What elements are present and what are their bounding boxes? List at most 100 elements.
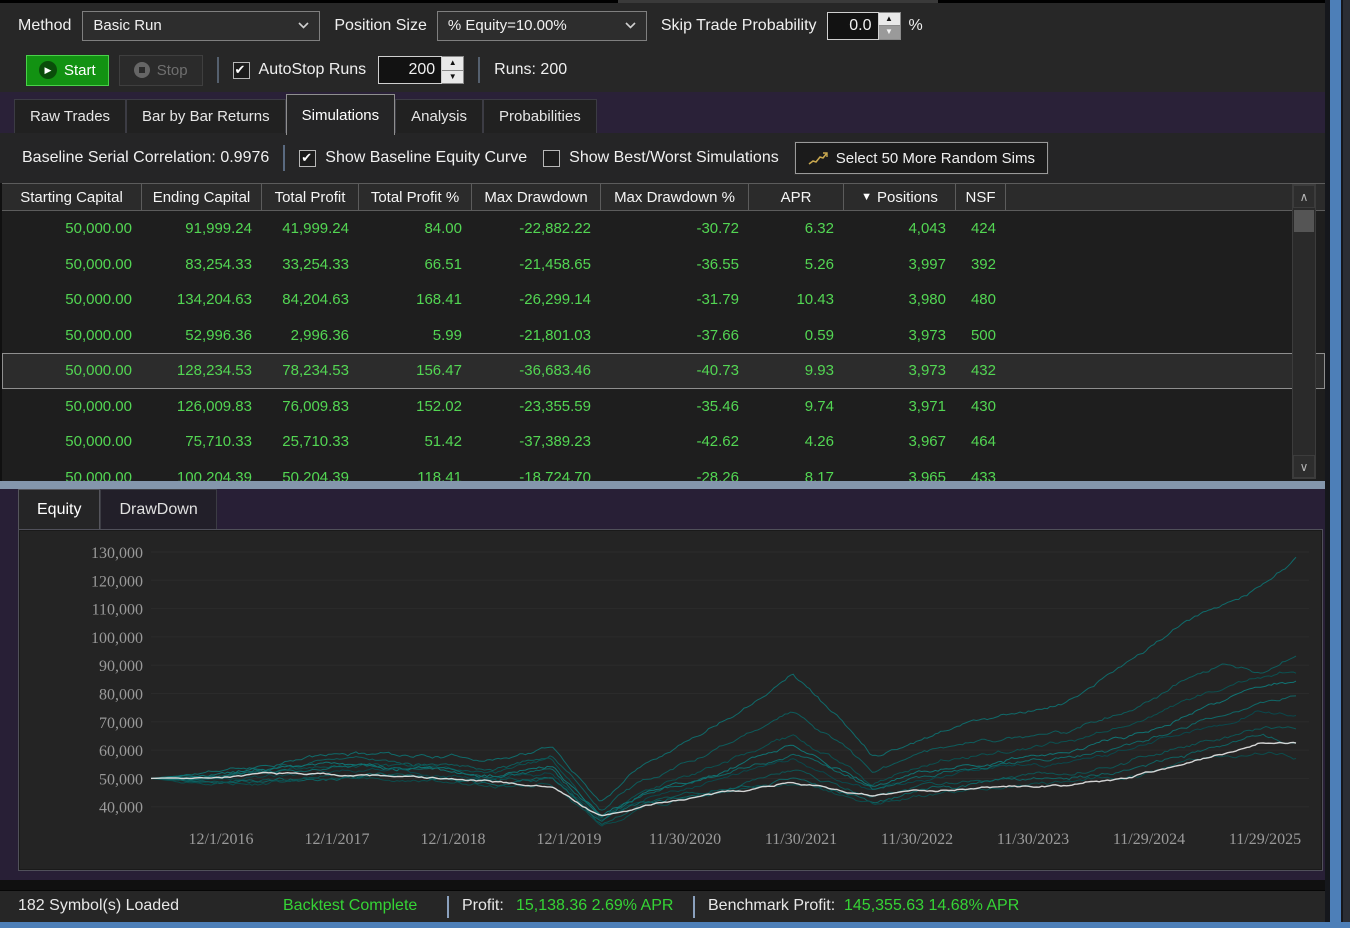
simulations-toolbar: Baseline Serial Correlation: 0.9976 Show…	[0, 133, 1325, 183]
cell: 430	[956, 398, 1006, 415]
y-axis-tick-label: 100,000	[91, 630, 143, 647]
status-separator	[693, 896, 695, 918]
spin-down-icon[interactable]: ▼	[879, 26, 900, 39]
background-window-edge	[1343, 0, 1350, 922]
x-axis-tick-label: 11/30/2022	[881, 831, 953, 848]
column-header-max-drawdown[interactable]: Max Drawdown	[472, 184, 601, 210]
scrollbar-thumb[interactable]	[1294, 210, 1314, 232]
column-header-ending-capital[interactable]: Ending Capital	[142, 184, 262, 210]
method-select-value: Basic Run	[93, 17, 161, 34]
cell: 3,997	[844, 256, 956, 273]
table-body: 50,000.0091,999.2441,999.2484.00-22,882.…	[2, 211, 1325, 481]
cell: 433	[956, 469, 1006, 481]
y-axis-tick-label: 60,000	[99, 743, 143, 760]
cell: -21,458.65	[472, 256, 601, 273]
cell: 50,000.00	[2, 433, 142, 450]
equity-chart: 130,000120,000110,000100,00090,00080,000…	[19, 530, 1322, 868]
table-row[interactable]: 50,000.00134,204.6384,204.63168.41-26,29…	[2, 282, 1325, 318]
position-size-select[interactable]: % Equity=10.00%	[437, 11, 647, 41]
x-axis-tick-label: 11/30/2023	[997, 831, 1069, 848]
y-axis-tick-label: 80,000	[99, 687, 143, 704]
cell: 50,000.00	[2, 256, 142, 273]
table-row[interactable]: 50,000.00128,234.5378,234.53156.47-36,68…	[2, 353, 1325, 389]
cell: 3,965	[844, 469, 956, 481]
tab-raw-trades[interactable]: Raw Trades	[14, 99, 126, 133]
toolbar-separator	[283, 145, 285, 171]
table-row[interactable]: 50,000.0091,999.2441,999.2484.00-22,882.…	[2, 211, 1325, 247]
y-axis-tick-label: 110,000	[92, 602, 143, 619]
show-baseline-checkbox[interactable]	[299, 150, 316, 167]
column-header-total-profit-[interactable]: Total Profit %	[359, 184, 472, 210]
table-row[interactable]: 50,000.00126,009.8376,009.83152.02-23,35…	[2, 389, 1325, 425]
backtest-status: Backtest Complete	[283, 897, 417, 915]
cell: -28.26	[601, 469, 749, 481]
toolbar-row-1: Method Basic Run Position Size % Equity=…	[0, 3, 1325, 48]
skip-trade-input[interactable]: 0.0	[827, 12, 879, 40]
column-header-starting-capital[interactable]: Starting Capital	[2, 184, 142, 210]
table-scrollbar[interactable]: ∧ ∨	[1292, 184, 1316, 479]
stop-button[interactable]: Stop	[119, 55, 203, 86]
sort-desc-icon: ▼	[861, 191, 872, 203]
cell: 168.41	[359, 291, 472, 308]
cell: 50,000.00	[2, 220, 142, 237]
window-frame-right	[1330, 0, 1341, 928]
table-row[interactable]: 50,000.00100,204.3950,204.39118.41-18,72…	[2, 460, 1325, 482]
benchmark-profit-label: Benchmark Profit:	[708, 897, 835, 915]
toolbar-separator	[217, 57, 219, 83]
x-axis-tick-label: 11/30/2021	[765, 831, 837, 848]
cell: 9.93	[749, 362, 844, 379]
show-baseline-label: Show Baseline Equity Curve	[325, 149, 527, 167]
y-axis-tick-label: 50,000	[99, 771, 143, 788]
select-more-sims-button[interactable]: Select 50 More Random Sims	[795, 142, 1048, 174]
column-header-total-profit[interactable]: Total Profit	[262, 184, 359, 210]
table-row[interactable]: 50,000.0052,996.362,996.365.99-21,801.03…	[2, 318, 1325, 354]
cell: 51.42	[359, 433, 472, 450]
cell: -36.55	[601, 256, 749, 273]
table-row[interactable]: 50,000.0083,254.3333,254.3366.51-21,458.…	[2, 247, 1325, 283]
show-bestworst-checkbox[interactable]	[543, 150, 560, 167]
toolbar-row-2: ▶ Start Stop AutoStop Runs 200 ▲ ▼ Runs:…	[0, 48, 1325, 92]
cell: -37,389.23	[472, 433, 601, 450]
cell: 50,000.00	[2, 327, 142, 344]
column-header-max-drawdown-[interactable]: Max Drawdown %	[601, 184, 749, 210]
cell: 2,996.36	[262, 327, 359, 344]
method-select[interactable]: Basic Run	[82, 11, 320, 41]
tab-bar-by-bar-returns[interactable]: Bar by Bar Returns	[126, 99, 286, 133]
table-row[interactable]: 50,000.0075,710.3325,710.3351.42-37,389.…	[2, 424, 1325, 460]
tab-simulations[interactable]: Simulations	[286, 94, 396, 135]
cell: 0.59	[749, 327, 844, 344]
autostop-label: AutoStop Runs	[259, 61, 367, 79]
equity-curve-sim-4	[151, 681, 1296, 816]
spin-down-icon[interactable]: ▼	[442, 71, 463, 84]
start-button[interactable]: ▶ Start	[26, 55, 109, 86]
column-header-positions[interactable]: ▼Positions	[844, 184, 956, 210]
cell: 25,710.33	[262, 433, 359, 450]
spin-up-icon[interactable]: ▲	[442, 57, 463, 71]
skip-trade-stepper: 0.0 ▲ ▼	[827, 12, 901, 40]
tab-analysis[interactable]: Analysis	[395, 99, 483, 133]
tab-drawdown[interactable]: DrawDown	[100, 489, 216, 529]
tab-probabilities[interactable]: Probabilities	[483, 99, 597, 133]
method-label: Method	[18, 17, 71, 35]
column-header-nsf[interactable]: NSF	[956, 184, 1006, 210]
autostop-checkbox[interactable]	[233, 62, 250, 79]
autostop-runs-stepper: 200 ▲ ▼	[378, 56, 464, 84]
equity-curve-sim-6	[151, 727, 1296, 825]
cell: 3,971	[844, 398, 956, 415]
y-axis-tick-label: 40,000	[99, 800, 143, 817]
chevron-down-icon	[625, 22, 636, 29]
spin-up-icon[interactable]: ▲	[879, 13, 900, 27]
tab-equity[interactable]: Equity	[18, 489, 100, 529]
cell: 100,204.39	[142, 469, 262, 481]
symbols-loaded-status: 182 Symbol(s) Loaded	[18, 897, 179, 915]
scroll-down-icon[interactable]: ∨	[1293, 455, 1315, 478]
panel-splitter[interactable]	[0, 481, 1325, 489]
column-header-apr[interactable]: APR	[749, 184, 844, 210]
cell: 3,980	[844, 291, 956, 308]
cell: 91,999.24	[142, 220, 262, 237]
equity-curve-sim-9	[151, 696, 1296, 817]
cell: 156.47	[359, 362, 472, 379]
autostop-runs-input[interactable]: 200	[378, 56, 442, 84]
cell: -31.79	[601, 291, 749, 308]
scroll-up-icon[interactable]: ∧	[1293, 185, 1315, 208]
